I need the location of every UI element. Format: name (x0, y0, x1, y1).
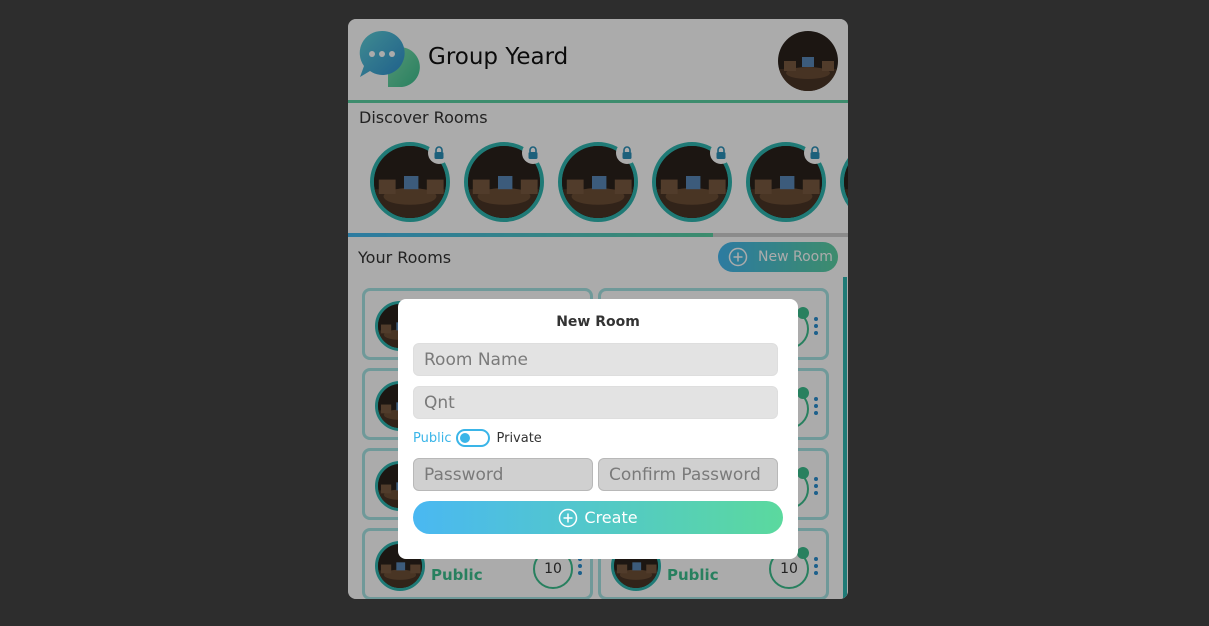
new-room-dialog: New Room Public Private Create (398, 299, 798, 559)
toggle-knob (460, 433, 471, 443)
password-input[interactable] (413, 458, 593, 491)
confirm-password-input[interactable] (598, 458, 778, 491)
add-circle-icon (559, 508, 578, 527)
toggle-private-label: Private (496, 430, 542, 446)
create-label: Create (584, 508, 638, 527)
create-button[interactable]: Create (413, 501, 783, 534)
toggle-public-label: Public (413, 430, 452, 446)
visibility-toggle[interactable] (456, 429, 491, 447)
room-name-input[interactable] (413, 343, 778, 376)
visibility-toggle-row: Public Private (413, 429, 542, 447)
quantity-input[interactable] (413, 386, 778, 419)
dialog-title: New Room (556, 314, 640, 330)
